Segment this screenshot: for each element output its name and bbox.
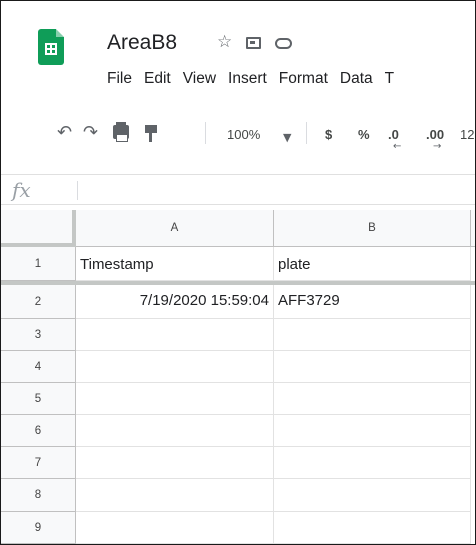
cell-b1[interactable]: plate xyxy=(274,247,471,281)
row-header-4[interactable]: 4 xyxy=(1,351,76,383)
cell-b8[interactable] xyxy=(274,479,471,512)
formula-bar-divider xyxy=(77,181,78,200)
row-header-1[interactable]: 1 xyxy=(1,247,76,281)
row-header-5[interactable]: 5 xyxy=(1,383,76,415)
cell-a2[interactable]: 7/19/2020 15:59:04 xyxy=(76,285,274,319)
menu-insert[interactable]: Insert xyxy=(228,70,267,88)
menu-view[interactable]: View xyxy=(183,70,216,88)
move-to-folder-icon[interactable] xyxy=(246,37,262,49)
cell-a1[interactable]: Timestamp xyxy=(76,247,274,281)
currency-format-button[interactable]: $ xyxy=(325,127,332,142)
menu-tools-truncated[interactable]: T xyxy=(385,70,394,88)
column-header-c[interactable] xyxy=(471,210,475,247)
title-icons: ☆ xyxy=(217,32,293,52)
cell-a4[interactable] xyxy=(76,351,274,383)
header: AreaB8 ☆ File Edit View Insert Format Da… xyxy=(1,1,475,97)
toolbar-divider xyxy=(306,122,307,144)
select-all-corner[interactable] xyxy=(1,210,76,247)
row-header-9[interactable]: 9 xyxy=(1,512,76,544)
arrow-right-icon: → xyxy=(433,141,442,152)
cell-a8[interactable] xyxy=(76,479,274,512)
cell-a9[interactable] xyxy=(76,512,274,544)
column-header-b[interactable]: B xyxy=(274,210,471,247)
fx-icon: fx xyxy=(12,178,31,202)
cell-a6[interactable] xyxy=(76,415,274,447)
zoom-select[interactable]: 100% xyxy=(227,127,260,142)
star-icon[interactable]: ☆ xyxy=(217,32,232,52)
row-header-7[interactable]: 7 xyxy=(1,447,76,479)
menu-edit[interactable]: Edit xyxy=(144,70,171,88)
print-icon[interactable] xyxy=(113,122,129,142)
cell-b2[interactable]: AFF3729 xyxy=(274,285,471,319)
paint-format-icon[interactable] xyxy=(145,125,157,142)
cell-b7[interactable] xyxy=(274,447,471,479)
menu-file[interactable]: File xyxy=(107,70,132,88)
toolbar-divider xyxy=(205,122,206,144)
row-header-2[interactable]: 2 xyxy=(1,285,76,319)
column-header-a[interactable]: A xyxy=(76,210,274,247)
cell-b3[interactable] xyxy=(274,319,471,351)
menu-bar: File Edit View Insert Format Data T xyxy=(107,70,406,88)
arrow-left-icon: ← xyxy=(393,141,402,152)
row-header-8[interactable]: 8 xyxy=(1,479,76,512)
row-header-6[interactable]: 6 xyxy=(1,415,76,447)
more-formats-button[interactable]: 12 xyxy=(460,127,474,142)
cell-a5[interactable] xyxy=(76,383,274,415)
google-sheets-logo[interactable] xyxy=(38,29,64,65)
cell-b5[interactable] xyxy=(274,383,471,415)
menu-format[interactable]: Format xyxy=(279,70,328,88)
undo-icon[interactable]: ↶ xyxy=(57,124,72,142)
row-header-3[interactable]: 3 xyxy=(1,319,76,351)
cloud-status-icon[interactable] xyxy=(275,38,293,49)
cell-b6[interactable] xyxy=(274,415,471,447)
cell-a7[interactable] xyxy=(76,447,274,479)
document-title[interactable]: AreaB8 xyxy=(107,31,177,55)
cell-b4[interactable] xyxy=(274,351,471,383)
menu-data[interactable]: Data xyxy=(340,70,373,88)
percent-format-button[interactable]: % xyxy=(358,127,370,142)
formula-input[interactable] xyxy=(87,181,467,200)
formula-bar: fx xyxy=(1,174,475,205)
cell-b9[interactable] xyxy=(274,512,471,544)
redo-icon[interactable]: ↷ xyxy=(83,124,98,142)
cell-a3[interactable] xyxy=(76,319,274,351)
chevron-down-icon[interactable]: ▼ xyxy=(283,129,291,147)
spreadsheet-window: AreaB8 ☆ File Edit View Insert Format Da… xyxy=(0,0,476,545)
